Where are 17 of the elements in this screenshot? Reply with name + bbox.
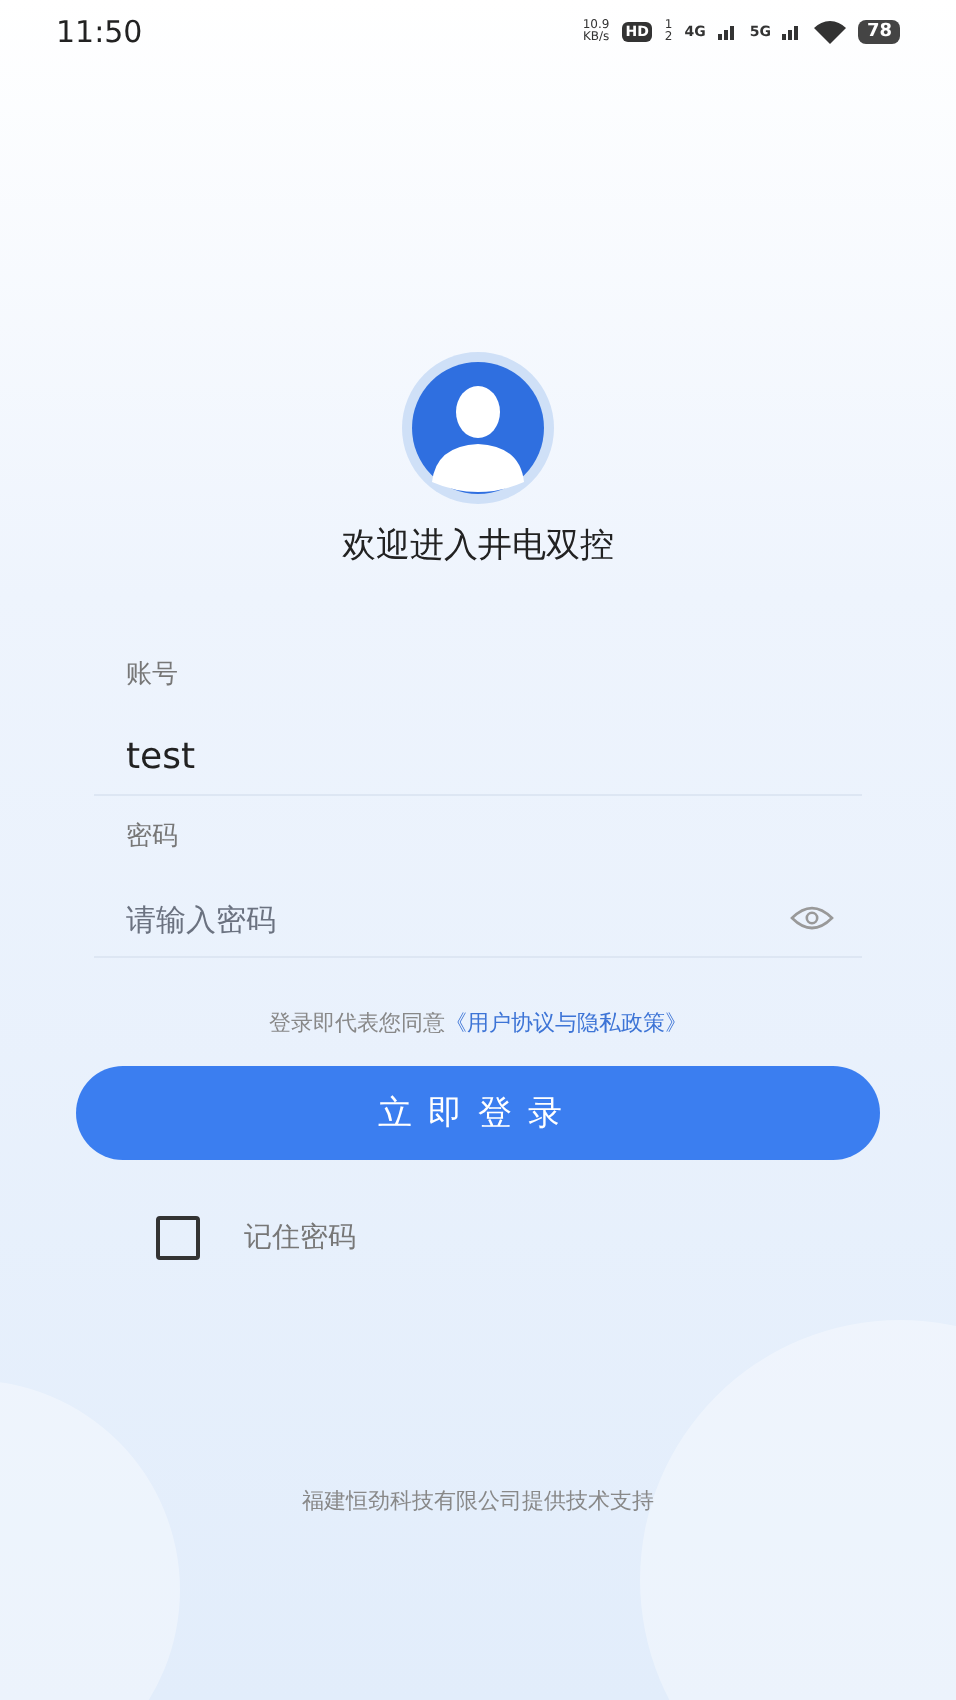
wifi-icon (814, 20, 847, 44)
agreement-text: 登录即代表您同意《用户协议与隐私政策》 (269, 1008, 687, 1038)
battery-indicator: 78 (858, 20, 900, 44)
signal-icon (717, 24, 738, 40)
welcome-title: 欢迎进入井电双控 (342, 524, 614, 568)
remember-label[interactable]: 记住密码 (244, 1220, 356, 1256)
login-button[interactable]: 立即登录 (76, 1066, 880, 1160)
remember-checkbox[interactable] (156, 1216, 200, 1260)
password-input[interactable]: 请输入密码 (126, 897, 790, 939)
signal-icon (782, 24, 803, 40)
status-time: 11:50 (56, 14, 143, 50)
agreement-link[interactable]: 《用户协议与隐私政策》 (445, 1010, 687, 1036)
avatar-icon (400, 350, 556, 506)
account-label: 账号 (124, 658, 180, 694)
account-input[interactable]: test (126, 735, 834, 777)
footer-text: 福建恒劲科技有限公司提供技术支持 (302, 1486, 654, 1516)
password-label: 密码 (124, 820, 180, 856)
